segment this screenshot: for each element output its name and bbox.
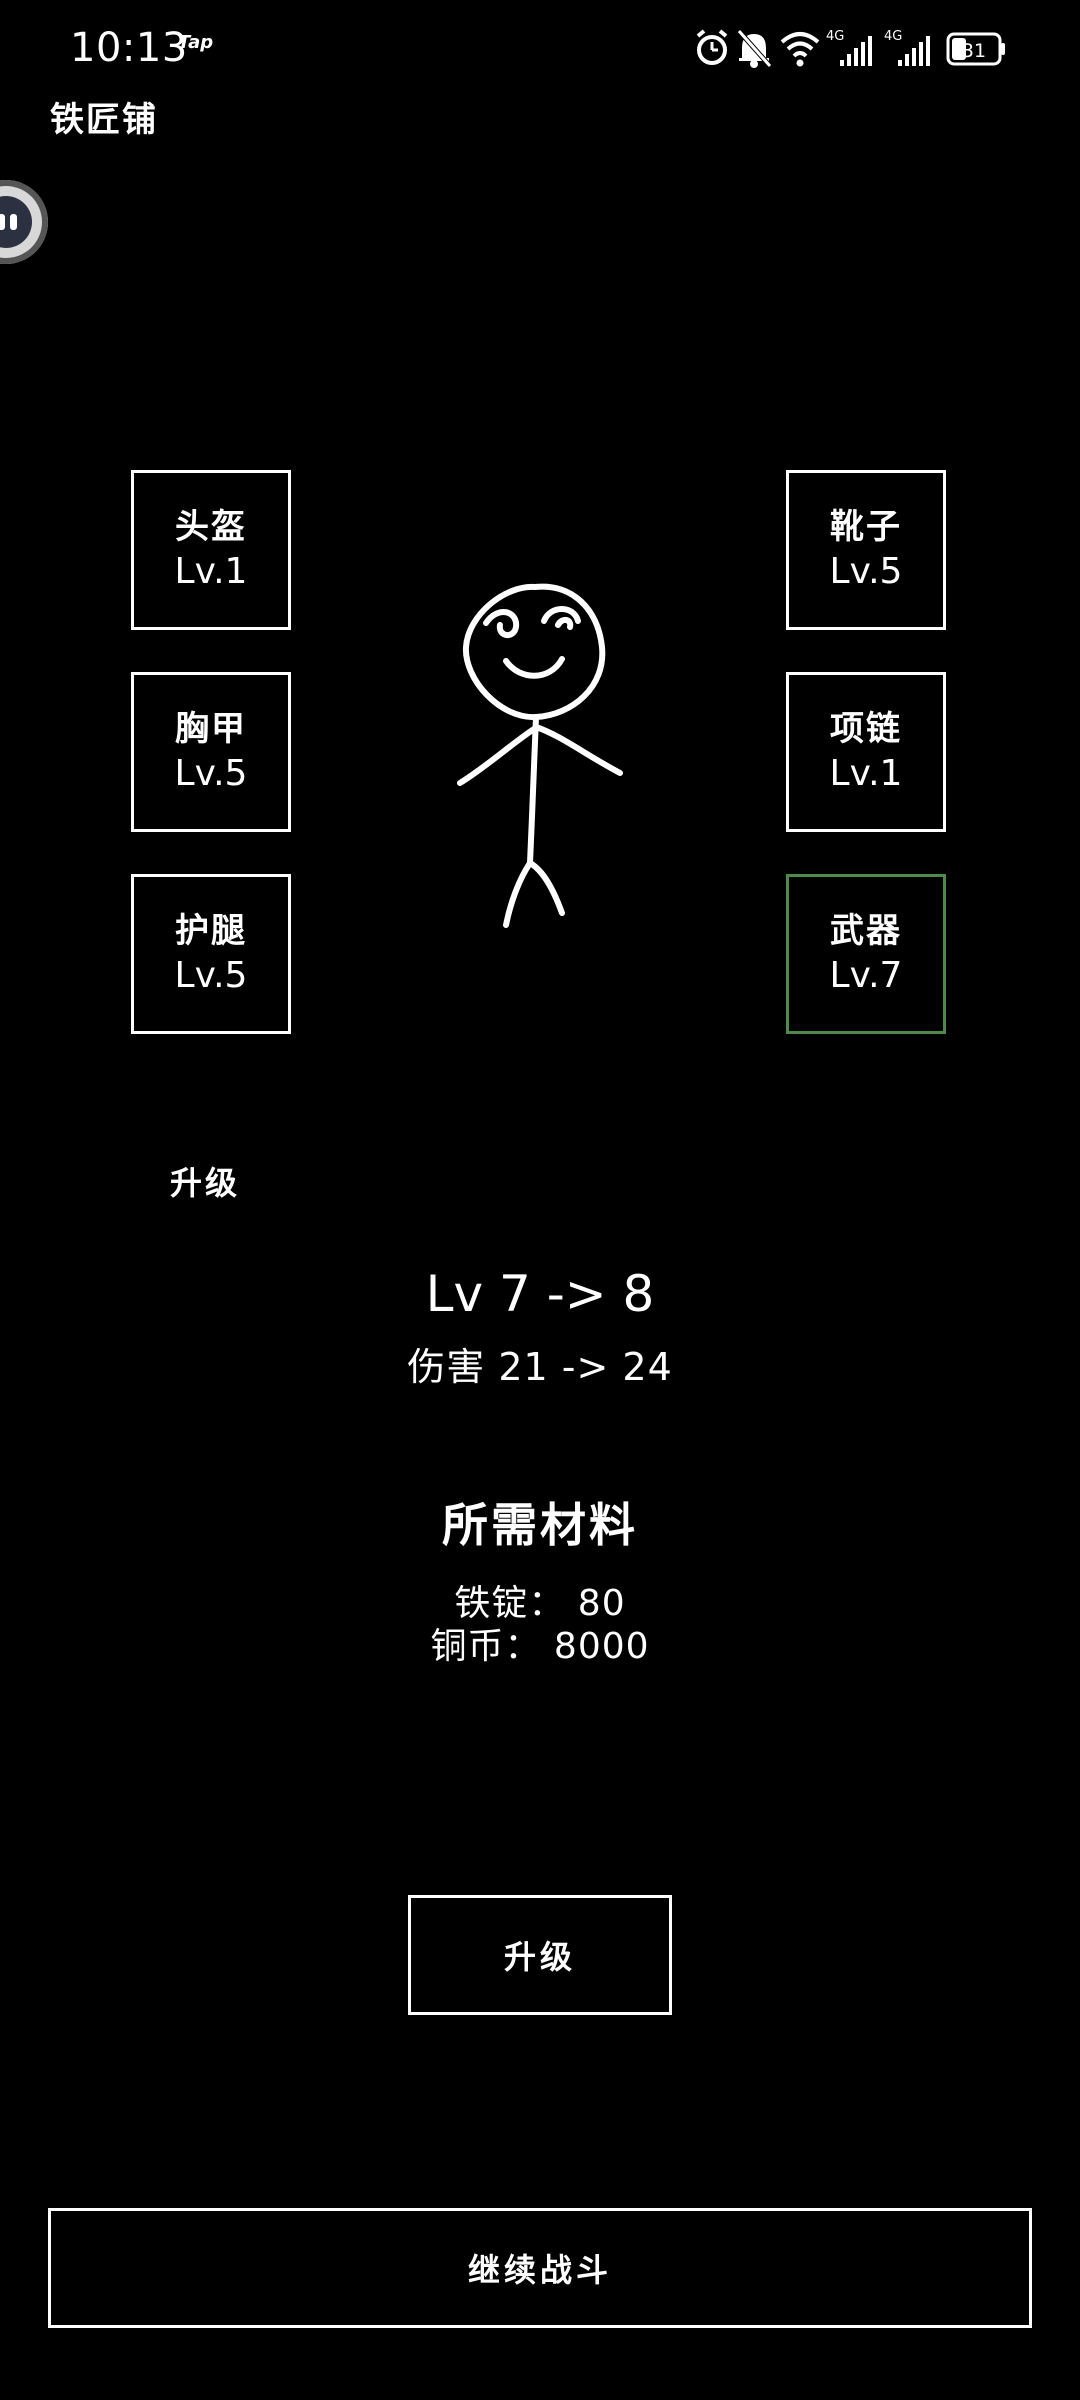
slot-name: 武器: [830, 911, 902, 951]
status-icons: 4G 4G 31: [696, 29, 1005, 68]
slot-weapon[interactable]: 武器 Lv.7: [786, 874, 946, 1034]
assistant-face-icon: [0, 196, 32, 248]
slot-boots[interactable]: 靴子 Lv.5: [786, 470, 946, 630]
battery-icon: 31: [946, 32, 1005, 66]
floating-assistant-button[interactable]: [0, 180, 48, 264]
slot-legs[interactable]: 护腿 Lv.5: [131, 874, 291, 1034]
slot-name: 项链: [830, 709, 902, 749]
upgrade-section-label: 升级: [170, 1164, 241, 1202]
slot-level: Lv.5: [174, 955, 248, 996]
slot-level: Lv.5: [174, 753, 248, 794]
slot-name: 胸甲: [175, 709, 247, 749]
svg-text:4G: 4G: [884, 29, 902, 44]
signal-icon: [898, 36, 930, 66]
signal-icon: [840, 36, 872, 66]
svg-text:4G: 4G: [826, 29, 844, 44]
damage-change: 伤害 21 -> 24: [407, 1345, 673, 1389]
alarm-icon: [696, 29, 728, 65]
page-title: 铁匠铺: [50, 100, 158, 140]
mute-bell-icon: [737, 29, 772, 68]
material-row-copper: 铜币： 8000: [430, 1626, 650, 1667]
wifi-icon: [780, 32, 820, 67]
slot-level: Lv.1: [174, 551, 248, 592]
upgrade-button[interactable]: 升级: [408, 1895, 672, 2015]
material-row-iron: 铁锭： 80: [454, 1583, 626, 1624]
slot-name: 头盔: [175, 507, 247, 547]
slot-necklace[interactable]: 项链 Lv.1: [786, 672, 946, 832]
stickman-character: [457, 583, 623, 928]
slot-chest[interactable]: 胸甲 Lv.5: [131, 672, 291, 832]
slot-name: 护腿: [175, 911, 247, 951]
slot-level: Lv.7: [829, 955, 903, 996]
slot-level: Lv.5: [829, 551, 903, 592]
status-time: 10:13: [70, 25, 188, 71]
materials-title: 所需材料: [442, 1498, 638, 1552]
level-change: Lv 7 -> 8: [425, 1265, 655, 1323]
continue-battle-button[interactable]: 继续战斗: [48, 2208, 1032, 2328]
slot-level: Lv.1: [829, 753, 903, 794]
slot-name: 靴子: [830, 507, 902, 547]
status-carrier-badge: Tap: [178, 32, 214, 53]
slot-helmet[interactable]: 头盔 Lv.1: [131, 470, 291, 630]
svg-text:31: 31: [962, 40, 986, 62]
